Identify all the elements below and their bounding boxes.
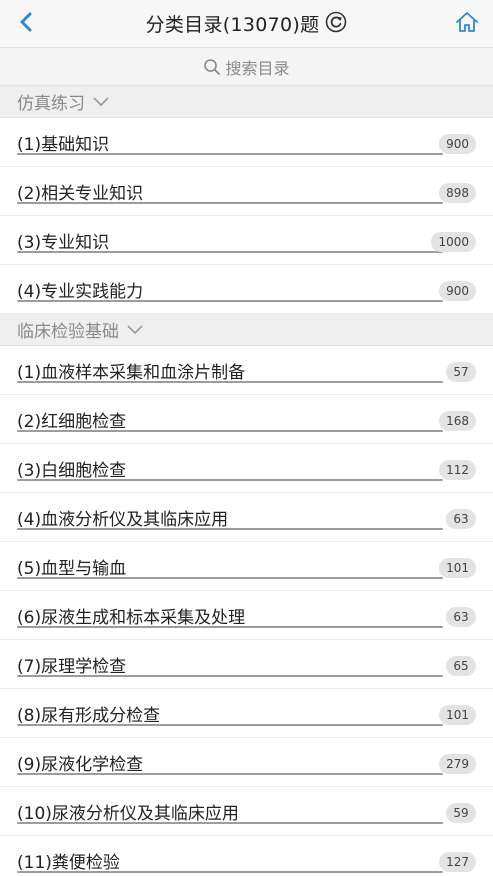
refresh-icon [325, 11, 347, 37]
list-item[interactable]: (1)基础知识 900 [0, 118, 493, 167]
list-item[interactable]: (4)血液分析仪及其临床应用 63 [0, 493, 493, 542]
refresh-button[interactable] [325, 11, 347, 37]
list-item-label: (11)粪便检验 [17, 853, 120, 873]
count-badge: 65 [446, 656, 476, 676]
list-item[interactable]: (4)专业实践能力 900 [0, 265, 493, 314]
chevron-down-icon [93, 94, 109, 110]
list-item[interactable]: (6)尿液生成和标本采集及处理 63 [0, 591, 493, 640]
section-items: (1)血液样本采集和血涂片制备 57 (2)红细胞检查 168 (3)白细胞检查 112(… [0, 346, 493, 876]
progress-line [17, 381, 443, 383]
section-header-clinical-basics[interactable]: 临床检验基础 [0, 314, 493, 346]
progress-line [17, 871, 443, 873]
list-item[interactable]: (8)尿有形成分检查 101 [0, 689, 493, 738]
list-item[interactable]: (3)白细胞检查 112 [0, 444, 493, 493]
list-item-label: (1)基础知识 [17, 135, 110, 155]
count-badge: 900 [439, 281, 476, 301]
list-item-label: (1)血液样本采集和血涂片制备 [17, 363, 246, 383]
count-badge: 63 [446, 607, 476, 627]
progress-line [17, 626, 443, 628]
count-badge: 898 [439, 183, 476, 203]
list-item[interactable]: (9)尿液化学检查 279 [0, 738, 493, 787]
count-badge: 101 [439, 558, 476, 578]
chevron-left-icon [19, 11, 33, 37]
list-item[interactable]: (11)粪便检验 127 [0, 836, 493, 876]
list-item-label: (5)血型与输血 [17, 559, 127, 579]
progress-line [17, 675, 443, 677]
progress-line [17, 528, 443, 530]
list-item-label: (4)血液分析仪及其临床应用 [17, 510, 229, 530]
back-button[interactable] [10, 8, 42, 40]
count-badge: 63 [446, 509, 476, 529]
list-item-label: (7)尿理学检查 [17, 657, 127, 677]
list-item-label: (8)尿有形成分检查 [17, 706, 161, 726]
list-item-label: (9)尿液化学检查 [17, 755, 144, 775]
list-item[interactable]: (2)相关专业知识 898 [0, 167, 493, 216]
list-item-label: (3)专业知识 [17, 233, 110, 253]
chevron-down-icon [127, 322, 143, 338]
list-item[interactable]: (2)红细胞检查 168 [0, 395, 493, 444]
section-header-simulation[interactable]: 仿真练习 [0, 86, 493, 118]
list-item[interactable]: (7)尿理学检查 65 [0, 640, 493, 689]
section-title: 仿真练习 [17, 94, 85, 114]
progress-line [17, 153, 443, 155]
progress-line [17, 300, 443, 302]
list-item-label: (2)相关专业知识 [17, 184, 144, 204]
progress-line [17, 577, 443, 579]
count-badge: 127 [439, 852, 476, 872]
count-badge: 57 [446, 362, 476, 382]
progress-line [17, 251, 443, 253]
section-title: 临床检验基础 [17, 322, 119, 342]
list-item-label: (4)专业实践能力 [17, 282, 144, 302]
section-items: (1)基础知识 900 (2)相关专业知识 898 (3)专业知识 1000 (4)专业实践… [0, 118, 493, 314]
count-badge: 168 [439, 411, 476, 431]
search-placeholder: 搜索目录 [225, 58, 290, 78]
count-badge: 101 [439, 705, 476, 725]
home-icon [455, 11, 479, 37]
progress-line [17, 202, 443, 204]
nav-header: 分类目录(13070)题 [0, 0, 493, 48]
progress-line [17, 479, 443, 481]
list-item-label: (6)尿液生成和标本采集及处理 [17, 608, 246, 628]
list-item[interactable]: (10)尿液分析仪及其临床应用 59 [0, 787, 493, 836]
progress-line [17, 773, 443, 775]
count-badge: 900 [439, 134, 476, 154]
home-button[interactable] [451, 8, 483, 40]
search-bar[interactable]: 搜索目录 [0, 48, 493, 86]
progress-line [17, 430, 443, 432]
progress-line [17, 822, 443, 824]
count-badge: 112 [439, 460, 476, 480]
list-item[interactable]: (3)专业知识 1000 [0, 216, 493, 265]
list-item-label: (10)尿液分析仪及其临床应用 [17, 804, 239, 824]
list-item[interactable]: (1)血液样本采集和血涂片制备 57 [0, 346, 493, 395]
count-badge: 1000 [431, 232, 476, 252]
list-item-label: (2)红细胞检查 [17, 412, 127, 432]
page-title: 分类目录(13070)题 [145, 14, 320, 36]
count-badge: 59 [446, 803, 476, 823]
list-item-label: (3)白细胞检查 [17, 461, 127, 481]
count-badge: 279 [439, 754, 476, 774]
list-item[interactable]: (5)血型与输血 101 [0, 542, 493, 591]
category-list: 仿真练习 (1)基础知识 900 (2)相关专业知识 898 (3)专业知识 1000 (4… [0, 86, 493, 876]
search-icon [203, 58, 221, 76]
progress-line [17, 724, 443, 726]
